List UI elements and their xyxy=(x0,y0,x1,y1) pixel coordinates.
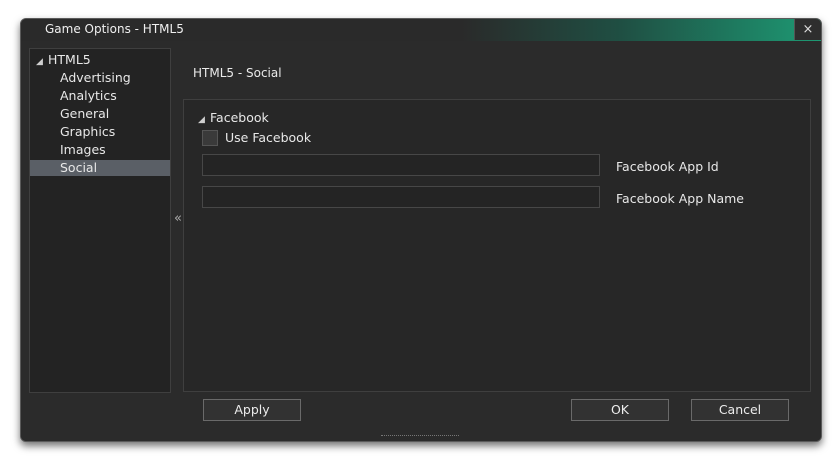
tree-item-label: HTML5 xyxy=(48,52,91,67)
facebook-app-id-input[interactable] xyxy=(202,154,600,176)
window-title: Game Options - HTML5 xyxy=(45,22,184,36)
facebook-group-header[interactable]: ◢ Facebook xyxy=(198,110,269,125)
tree-item-label: Analytics xyxy=(60,88,117,103)
title-bar[interactable]: Game Options - HTML5 × xyxy=(21,19,821,42)
tree-item-label: Images xyxy=(60,142,106,157)
options-tree: ◢ HTML5 Advertising Analytics General Gra… xyxy=(29,48,171,393)
use-facebook-checkbox[interactable] xyxy=(202,130,218,146)
apply-button[interactable]: Apply xyxy=(203,399,301,421)
tree-item-label: Social xyxy=(60,160,98,175)
expand-triangle-icon[interactable]: ◢ xyxy=(198,115,210,125)
close-icon[interactable]: × xyxy=(803,22,814,37)
window-body: ◢ HTML5 Advertising Analytics General Gra… xyxy=(21,41,821,441)
group-title: Facebook xyxy=(210,110,269,125)
facebook-app-name-input[interactable] xyxy=(202,186,600,208)
resize-grip[interactable] xyxy=(381,435,459,439)
tree-item-label: Graphics xyxy=(60,124,116,139)
page-title: HTML5 - Social xyxy=(193,66,282,80)
close-button[interactable]: × xyxy=(794,19,821,40)
tree-item-analytics[interactable]: Analytics xyxy=(30,88,170,104)
tree-item-label: General xyxy=(60,106,110,121)
tree-item-advertising[interactable]: Advertising xyxy=(30,70,170,86)
tree-item-images[interactable]: Images xyxy=(30,142,170,158)
tree-item-general[interactable]: General xyxy=(30,106,170,122)
facebook-app-id-label: Facebook App Id xyxy=(616,159,719,174)
use-facebook-label[interactable]: Use Facebook xyxy=(225,130,311,145)
expand-triangle-icon[interactable]: ◢ xyxy=(36,54,48,70)
facebook-app-name-label: Facebook App Name xyxy=(616,191,744,206)
tree-item-label: Advertising xyxy=(60,70,131,85)
game-options-window: Game Options - HTML5 × ◢ HTML5 Advertisin… xyxy=(20,18,822,442)
ok-button[interactable]: OK xyxy=(571,399,669,421)
social-settings-panel: ◢ Facebook Use Facebook Facebook App Id F… xyxy=(183,99,811,392)
tree-item-html5[interactable]: ◢ HTML5 xyxy=(30,52,170,68)
cancel-button[interactable]: Cancel xyxy=(691,399,789,421)
tree-item-graphics[interactable]: Graphics xyxy=(30,124,170,140)
tree-item-social[interactable]: Social xyxy=(30,160,170,176)
